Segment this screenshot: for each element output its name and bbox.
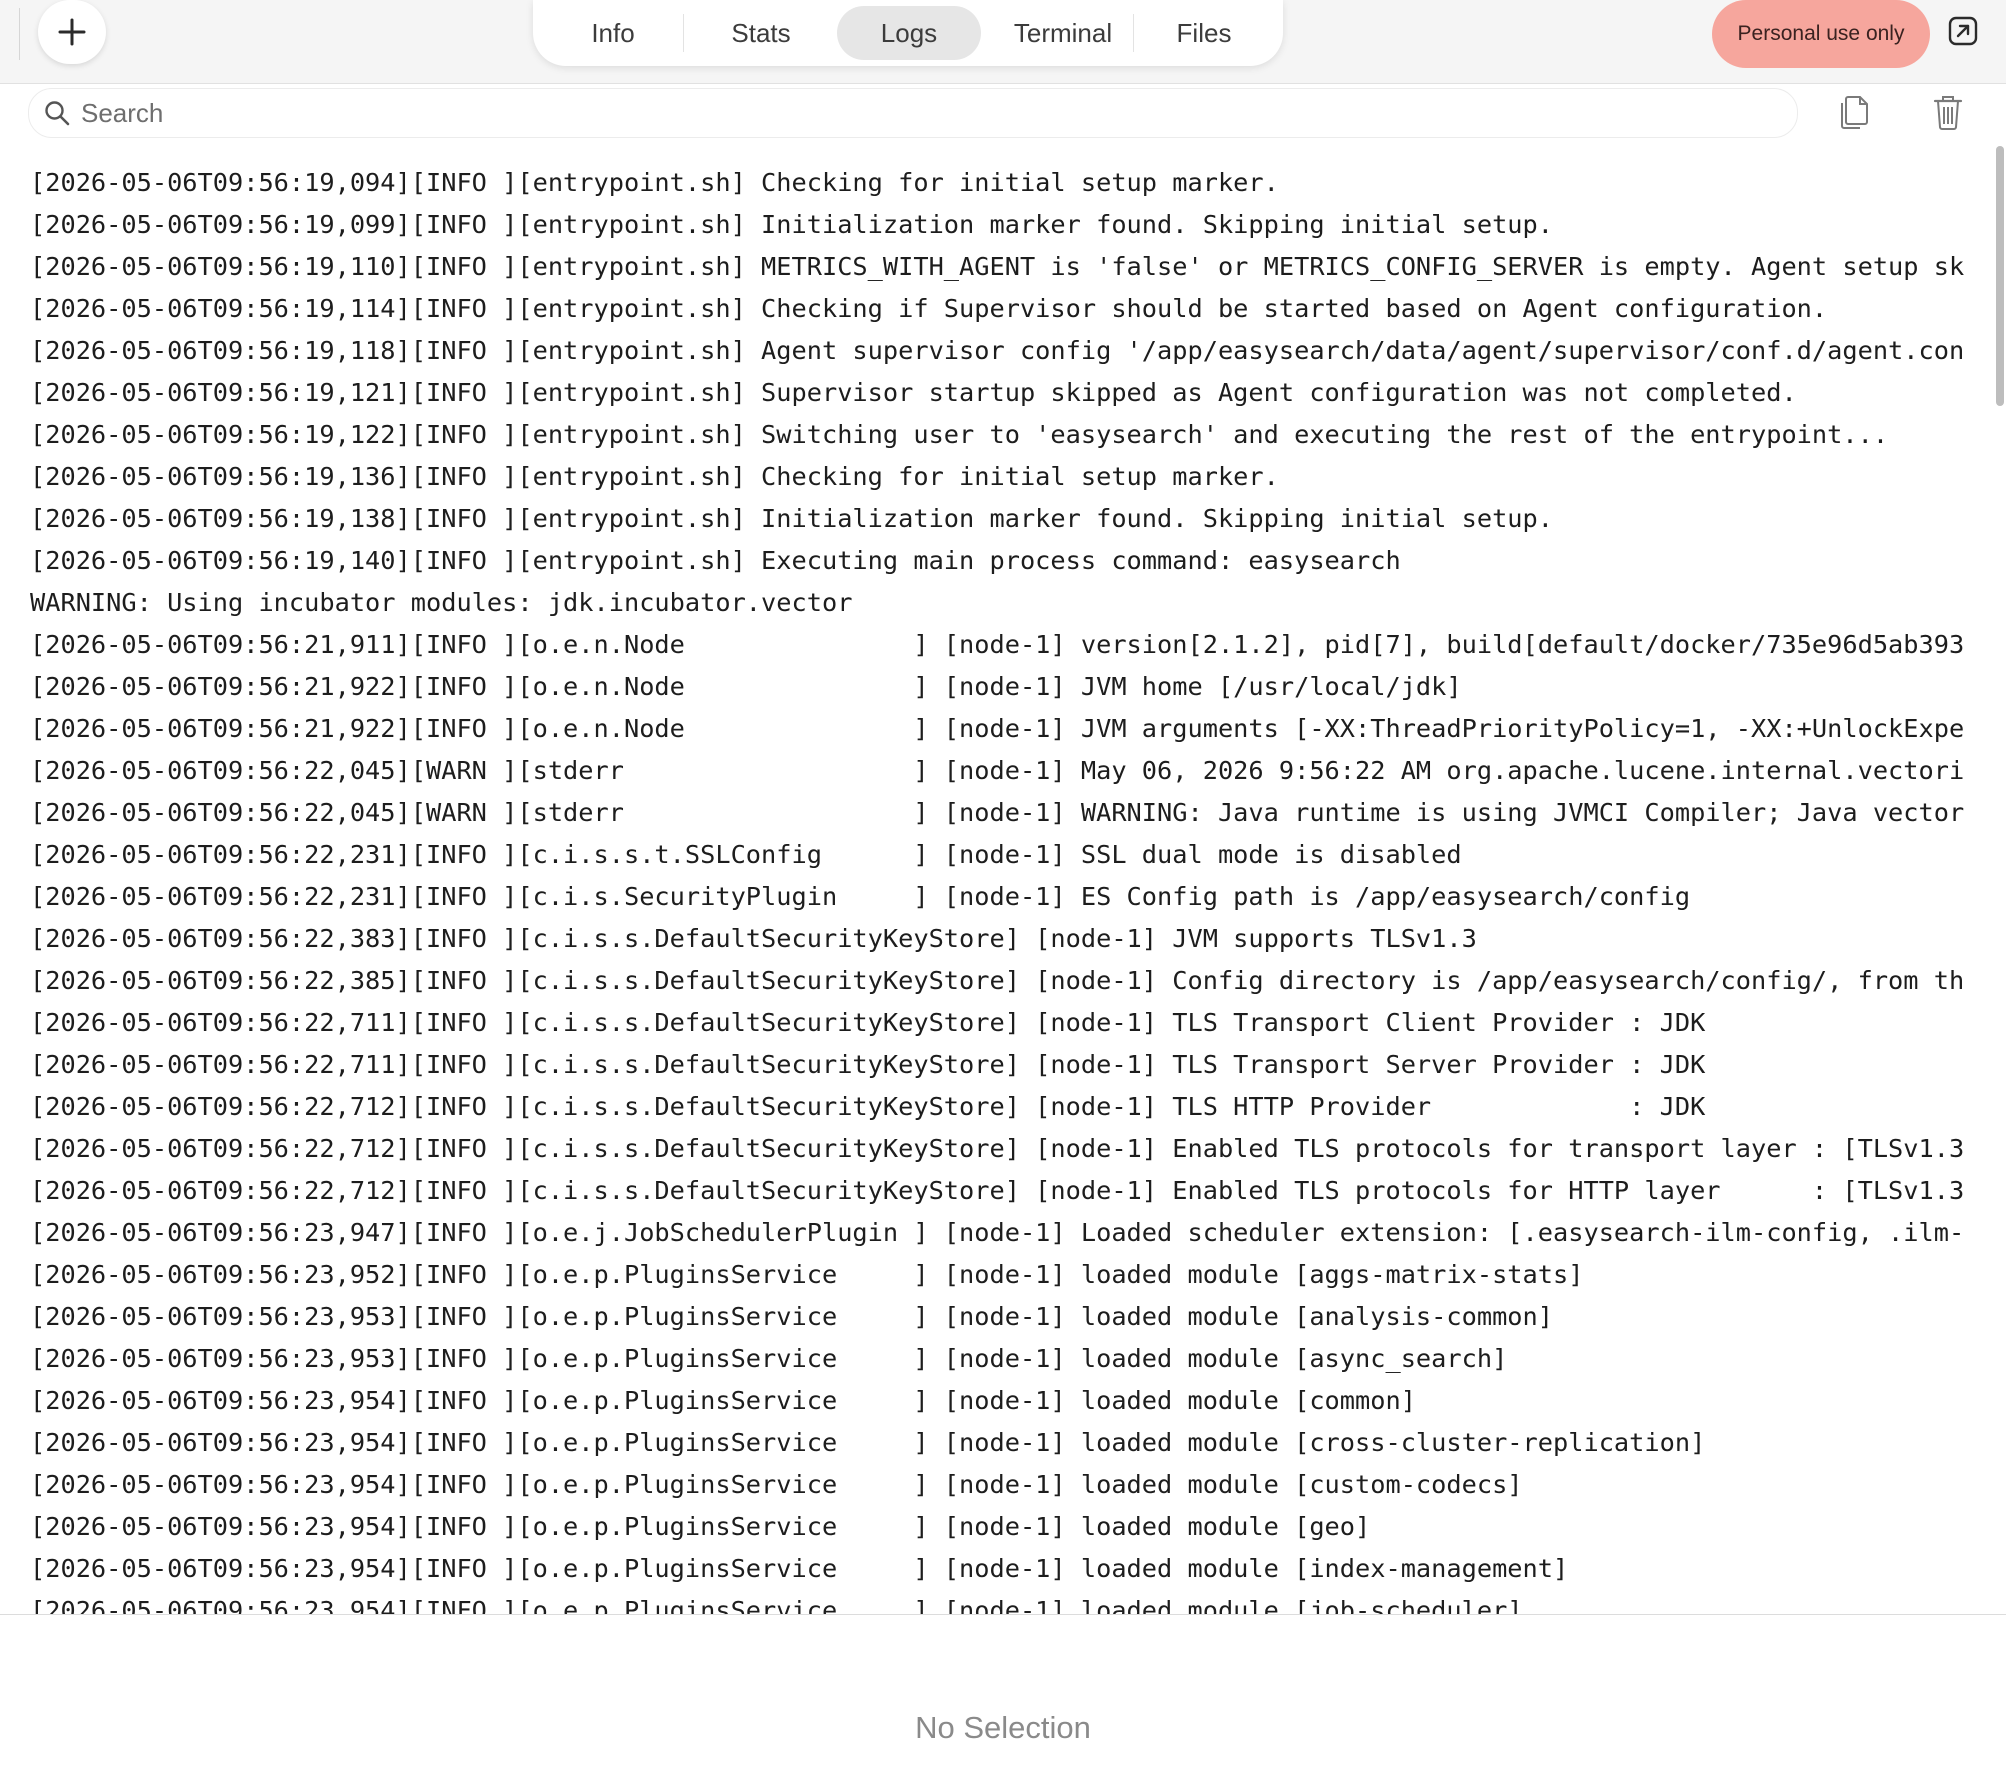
log-line: [2026-05-06T09:56:23,953][INFO ][o.e.p.P… (30, 1344, 1508, 1373)
log-line: [2026-05-06T09:56:19,122][INFO ][entrypo… (30, 420, 1889, 449)
log-line: [2026-05-06T09:56:19,094][INFO ][entrypo… (30, 168, 1279, 197)
log-line: [2026-05-06T09:56:23,954][INFO ][o.e.p.P… (30, 1596, 1523, 1615)
personal-use-badge[interactable]: Personal use only (1712, 0, 1930, 68)
log-line: [2026-05-06T09:56:21,911][INFO ][o.e.n.N… (30, 630, 1965, 659)
log-lines: [2026-05-06T09:56:19,094][INFO ][entrypo… (30, 162, 1965, 1615)
log-line: [2026-05-06T09:56:21,922][INFO ][o.e.n.N… (30, 672, 1462, 701)
plus-icon (58, 18, 86, 46)
log-line: [2026-05-06T09:56:19,114][INFO ][entrypo… (30, 294, 1828, 323)
open-external-button[interactable] (1944, 12, 1982, 50)
clear-logs-button[interactable] (1930, 92, 1966, 132)
log-line: [2026-05-06T09:56:22,045][WARN ][stderr … (30, 798, 1965, 827)
log-line: [2026-05-06T09:56:19,099][INFO ][entrypo… (30, 210, 1554, 239)
log-line: [2026-05-06T09:56:21,922][INFO ][o.e.n.N… (30, 714, 1965, 743)
log-line: [2026-05-06T09:56:23,953][INFO ][o.e.p.P… (30, 1302, 1554, 1331)
log-line: [2026-05-06T09:56:22,231][INFO ][c.i.s.s… (30, 840, 1462, 869)
log-line: [2026-05-06T09:56:19,136][INFO ][entrypo… (30, 462, 1279, 491)
trash-icon (1933, 96, 1963, 130)
log-line: [2026-05-06T09:56:23,954][INFO ][o.e.p.P… (30, 1386, 1416, 1415)
log-line: [2026-05-06T09:56:22,045][WARN ][stderr … (30, 756, 1965, 785)
log-line: [2026-05-06T09:56:19,110][INFO ][entrypo… (30, 252, 1965, 281)
search-bar (28, 88, 1798, 138)
log-line: [2026-05-06T09:56:23,954][INFO ][o.e.p.P… (30, 1470, 1523, 1499)
tab-bar: Info Stats Logs Terminal Files (533, 0, 1283, 66)
no-selection-label: No Selection (915, 1710, 1091, 1745)
log-line: [2026-05-06T09:56:22,711][INFO ][c.i.s.s… (30, 1008, 1706, 1037)
scrollbar-thumb[interactable] (1996, 146, 2004, 406)
log-line: [2026-05-06T09:56:23,954][INFO ][o.e.p.P… (30, 1512, 1371, 1541)
tab-terminal[interactable]: Terminal (987, 6, 1139, 60)
log-line: [2026-05-06T09:56:19,118][INFO ][entrypo… (30, 336, 1965, 365)
log-line: [2026-05-06T09:56:22,712][INFO ][c.i.s.s… (30, 1176, 1965, 1205)
detail-pane: No Selection (0, 1616, 2006, 1792)
tab-info[interactable]: Info (555, 6, 671, 60)
tab-logs[interactable]: Logs (837, 6, 981, 60)
log-line: [2026-05-06T09:56:19,138][INFO ][entrypo… (30, 504, 1554, 533)
copy-logs-button[interactable] (1836, 92, 1872, 132)
log-line: [2026-05-06T09:56:22,383][INFO ][c.i.s.s… (30, 924, 1477, 953)
tab-separator (683, 14, 684, 52)
search-input[interactable] (79, 93, 1783, 133)
log-line: [2026-05-06T09:56:22,231][INFO ][c.i.s.S… (30, 882, 1691, 911)
log-output[interactable]: [2026-05-06T09:56:19,094][INFO ][entrypo… (0, 140, 2006, 1615)
log-line: [2026-05-06T09:56:19,121][INFO ][entrypo… (30, 378, 1797, 407)
log-line: [2026-05-06T09:56:22,711][INFO ][c.i.s.s… (30, 1050, 1706, 1079)
log-line: [2026-05-06T09:56:23,947][INFO ][o.e.j.J… (30, 1218, 1965, 1247)
log-line: [2026-05-06T09:56:22,712][INFO ][c.i.s.s… (30, 1092, 1706, 1121)
toolbar-divider (19, 8, 20, 60)
open-external-icon (1948, 16, 1978, 46)
add-button[interactable] (38, 0, 106, 64)
toolbar: Info Stats Logs Terminal Files Personal … (0, 0, 2006, 84)
tab-separator (1133, 14, 1134, 52)
log-line: [2026-05-06T09:56:23,954][INFO ][o.e.p.P… (30, 1428, 1706, 1457)
tab-stats[interactable]: Stats (693, 6, 829, 60)
log-line: [2026-05-06T09:56:23,952][INFO ][o.e.p.P… (30, 1260, 1584, 1289)
log-line: [2026-05-06T09:56:22,385][INFO ][c.i.s.s… (30, 966, 1965, 995)
tab-files[interactable]: Files (1147, 6, 1261, 60)
search-icon (45, 101, 70, 126)
log-line: [2026-05-06T09:56:19,140][INFO ][entrypo… (30, 546, 1401, 575)
log-line: [2026-05-06T09:56:22,712][INFO ][c.i.s.s… (30, 1134, 1965, 1163)
copy-icon (1841, 96, 1868, 129)
log-line: WARNING: Using incubator modules: jdk.in… (30, 588, 853, 617)
log-line: [2026-05-06T09:56:23,954][INFO ][o.e.p.P… (30, 1554, 1569, 1583)
